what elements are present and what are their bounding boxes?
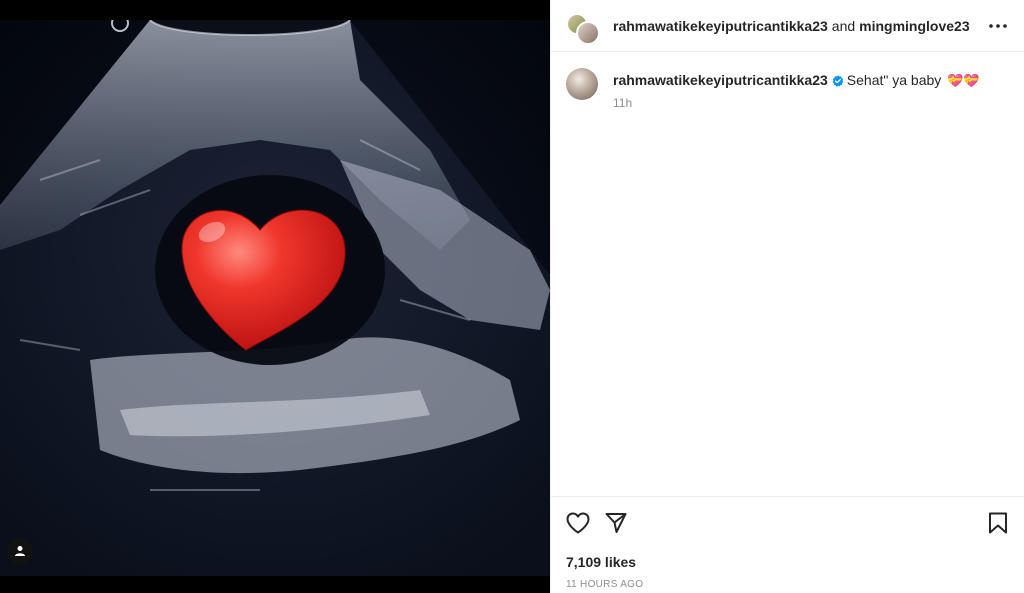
caption-time[interactable]: 11h <box>613 96 980 110</box>
verified-badge-icon <box>832 75 844 87</box>
caption-text: Sehat" ya baby <box>846 72 942 88</box>
more-horizontal-icon <box>989 23 1007 28</box>
save-button[interactable] <box>986 511 1010 535</box>
share-button[interactable] <box>604 511 628 535</box>
collab-avatars[interactable] <box>566 9 600 45</box>
ultrasound-scan <box>0 20 550 576</box>
username-link[interactable]: mingminglove23 <box>859 18 969 34</box>
joiner-text: and <box>831 17 856 34</box>
post-media[interactable] <box>0 0 550 593</box>
post-header: rahmawatikekeyiputricantikka23 and mingmin… <box>551 0 1024 52</box>
post-actions: 7,109 likes 11 HOURS AGO <box>551 496 1024 590</box>
user-tag-icon <box>15 546 25 556</box>
ultrasound-image <box>0 20 550 576</box>
like-button[interactable] <box>566 511 590 535</box>
user-tag-button[interactable] <box>7 538 33 564</box>
caption-emojis: 💝💝 <box>947 73 980 88</box>
username-link[interactable]: rahmawatikekeyiputricantikka23 <box>613 18 828 34</box>
bookmark-icon <box>989 512 1007 534</box>
post-details-panel: rahmawatikekeyiputricantikka23 and mingmin… <box>550 0 1024 593</box>
avatar <box>576 20 600 45</box>
post-modal: rahmawatikekeyiputricantikka23 and mingmin… <box>0 0 1024 593</box>
likes-count[interactable]: 7,109 likes <box>566 554 1010 570</box>
avatar[interactable] <box>566 68 598 100</box>
collab-usernames: rahmawatikekeyiputricantikka23 and mingmin… <box>613 18 986 34</box>
paper-plane-icon <box>605 513 627 533</box>
post-caption: rahmawatikekeyiputricantikka23 Sehat" ya… <box>551 52 1024 110</box>
post-timestamp[interactable]: 11 HOURS AGO <box>566 579 1010 590</box>
more-options-button[interactable] <box>986 14 1010 38</box>
heart-outline-icon <box>566 512 590 534</box>
caption-username[interactable]: rahmawatikekeyiputricantikka23 <box>613 72 828 88</box>
